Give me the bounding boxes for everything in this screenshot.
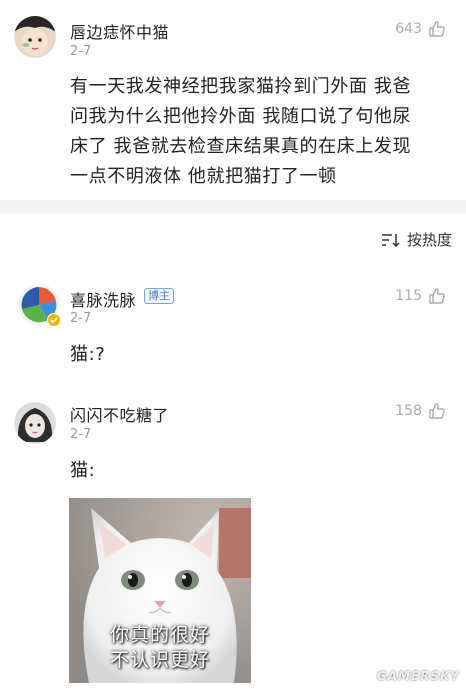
- thumbs-up-icon: [429, 21, 445, 37]
- author-badge: 博主: [144, 288, 174, 304]
- meme-caption-line: 你真的很好: [109, 624, 210, 646]
- post-line: 问我为什么把他拎外面 我随口说了句他尿: [70, 106, 412, 127]
- watermark-logo: GAMERSKY: [376, 669, 460, 683]
- comment-item: 喜脉洗脉 博主 2-7 115 猫:?: [0, 270, 466, 380]
- post-body: 有一天我发神经把我家猫拎到门外面 我爸 问我为什么把他拎外面 我随口说了句他尿 …: [70, 72, 460, 192]
- comment-text: 猫:: [70, 460, 96, 481]
- post-line: 床了 我爸就去检查床结果真的在床上发现: [70, 136, 412, 157]
- comment-date: 2-7: [70, 311, 92, 326]
- thumbs-up-icon: [429, 403, 445, 419]
- original-post: 唇边痣怀中猫 2-7 643 有一天我发神经把我家猫拎到门外面 我爸 问我为什么…: [0, 0, 466, 200]
- thumbs-up-icon: [429, 288, 445, 304]
- post-like-button[interactable]: 643: [395, 20, 446, 38]
- comment-like-button[interactable]: 158: [395, 402, 446, 420]
- sort-lines-icon: [381, 233, 400, 247]
- comment-text: 猫:?: [70, 344, 106, 365]
- comment-like-button[interactable]: 115: [395, 287, 446, 305]
- post-line: 一点不明液体 他就把猫打了一顿: [70, 166, 337, 187]
- post-line: 有一天我发神经把我家猫拎到门外面 我爸: [70, 76, 412, 97]
- sort-by-hot-button[interactable]: 按热度: [381, 229, 452, 250]
- section-divider: [0, 200, 466, 214]
- cat-meme-image[interactable]: 你真的很好 不认识更好: [69, 498, 251, 683]
- avatar[interactable]: [14, 402, 56, 444]
- comment-username[interactable]: 喜脉洗脉: [70, 287, 136, 311]
- comment-date: 2-7: [70, 427, 92, 442]
- post-like-count: 643: [395, 21, 422, 37]
- avatar[interactable]: [14, 16, 56, 58]
- post-username[interactable]: 唇边痣怀中猫: [70, 19, 169, 43]
- sort-label: 按热度: [406, 231, 452, 249]
- comment-username[interactable]: 闪闪不吃糖了: [70, 402, 169, 426]
- post-date: 2-7: [70, 44, 92, 59]
- meme-caption-line: 不认识更好: [109, 649, 210, 671]
- comment-like-count: 115: [395, 288, 422, 304]
- comment-like-count: 158: [395, 403, 422, 419]
- verified-badge-icon: [47, 313, 61, 327]
